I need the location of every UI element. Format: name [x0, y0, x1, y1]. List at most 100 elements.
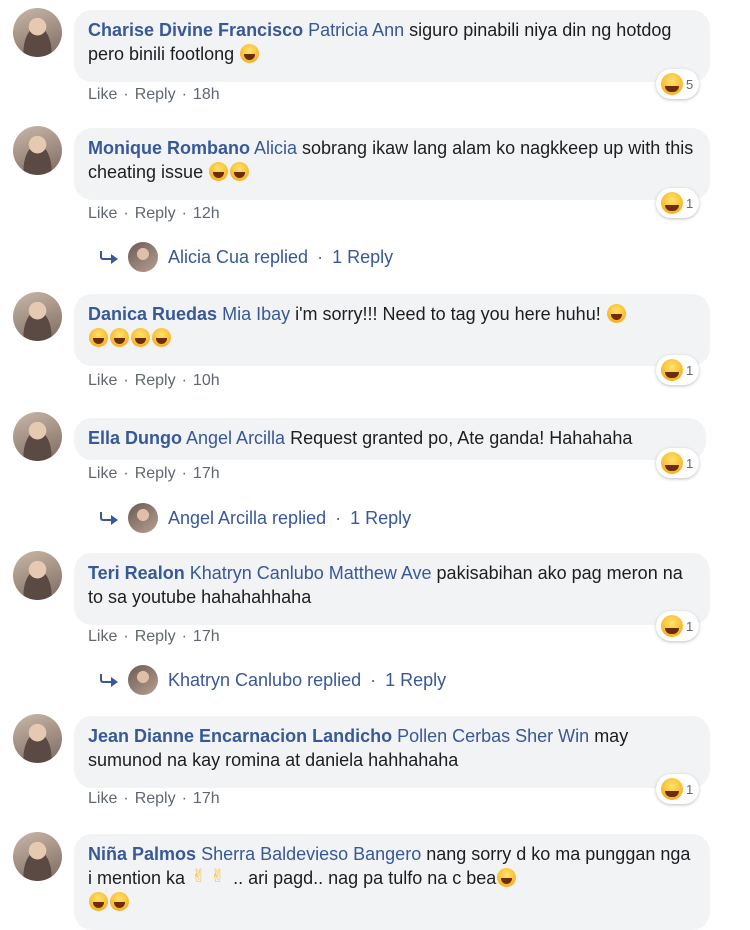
- comment-bubble: Ella Dungo Angel Arcilla Request granted…: [74, 418, 706, 460]
- reaction-count-number: 1: [686, 195, 694, 211]
- reaction-count[interactable]: 1: [656, 448, 700, 478]
- reply-link[interactable]: Reply: [135, 372, 176, 390]
- reply-link[interactable]: Reply: [135, 86, 176, 104]
- timestamp[interactable]: 17h: [193, 790, 220, 808]
- separator-dot: ·: [181, 790, 187, 807]
- tagged-user[interactable]: Angel Arcilla: [186, 428, 285, 448]
- comment-author[interactable]: Ella Dungo: [88, 428, 182, 448]
- grin-emoji-icon: [209, 162, 229, 181]
- comment-text: Request granted po, Ate ganda! Hahahaha: [285, 428, 633, 448]
- haha-reaction-icon: [661, 359, 683, 381]
- reaction-count[interactable]: 1: [656, 774, 700, 804]
- tagged-user[interactable]: Pollen Cerbas Sher Win: [397, 726, 589, 746]
- separator-dot: ·: [181, 372, 187, 389]
- haha-reaction-icon: [661, 615, 683, 637]
- timestamp[interactable]: 17h: [193, 465, 220, 483]
- reply-count[interactable]: 1 Reply: [332, 247, 393, 268]
- reaction-count[interactable]: 1: [656, 611, 700, 641]
- reaction-count-number: 1: [686, 781, 694, 797]
- tagged-user[interactable]: Alicia: [254, 138, 297, 158]
- reaction-count[interactable]: 5: [656, 69, 700, 99]
- separator-dot: ·: [370, 669, 377, 690]
- replier-name[interactable]: Angel Arcilla replied: [168, 508, 326, 529]
- haha-reaction-icon: [661, 452, 683, 474]
- like-link[interactable]: Like: [88, 205, 117, 223]
- comment-bubble: Charise Divine Francisco Patricia Ann si…: [74, 10, 710, 82]
- comment-bubble: Danica Ruedas Mia Ibay i'm sorry!!! Need…: [74, 294, 710, 366]
- comment-actions: Like · Reply · 12h: [88, 205, 220, 223]
- timestamp[interactable]: 10h: [193, 372, 220, 390]
- comment-bubble: Teri Realon Khatryn Canlubo Matthew Ave …: [74, 553, 710, 625]
- comment-author[interactable]: Monique Rombano: [88, 138, 250, 158]
- avatar[interactable]: [13, 126, 62, 175]
- reply-count[interactable]: 1 Reply: [350, 508, 411, 529]
- like-link[interactable]: Like: [88, 628, 117, 646]
- rofl-emoji-icon: [497, 868, 517, 887]
- reaction-count-number: 1: [686, 618, 694, 634]
- reply-link[interactable]: Reply: [135, 628, 176, 646]
- timestamp[interactable]: 12h: [193, 205, 220, 223]
- tagged-user[interactable]: Khatryn Canlubo Matthew Ave: [190, 563, 432, 583]
- comment-author[interactable]: Teri Realon: [88, 563, 185, 583]
- reaction-count-number: 1: [686, 362, 694, 378]
- comment-text-continued: .. ari pagd.. nag pa tulfo na c bea: [228, 868, 497, 888]
- reaction-count-number: 1: [686, 455, 694, 471]
- rofl-emoji-icon: [89, 328, 108, 347]
- separator-dot: ·: [123, 86, 129, 103]
- separator-dot: ·: [317, 246, 324, 267]
- separator-dot: ·: [181, 628, 187, 645]
- separator-dot: ·: [123, 205, 129, 222]
- replier-name[interactable]: Alicia Cua replied: [168, 247, 308, 268]
- like-link[interactable]: Like: [88, 372, 117, 390]
- replier-avatar: [128, 242, 158, 272]
- tagged-user[interactable]: Patricia Ann: [308, 20, 404, 40]
- reaction-count[interactable]: 1: [656, 188, 700, 218]
- comment-text: i'm sorry!!! Need to tag you here huhu!: [290, 304, 601, 324]
- reply-link[interactable]: Reply: [135, 205, 176, 223]
- view-replies-link[interactable]: Alicia Cua replied · 1 Reply: [100, 242, 393, 272]
- replier-name[interactable]: Khatryn Canlubo replied: [168, 670, 361, 691]
- separator-dot: ·: [123, 465, 129, 482]
- reply-link[interactable]: Reply: [135, 790, 176, 808]
- comment-actions: Like · Reply · 10h: [88, 372, 220, 390]
- laugh-emoji-icon: [230, 162, 250, 181]
- peace-emoji-icon: [191, 865, 208, 889]
- comment-author[interactable]: Jean Dianne Encarnacion Landicho: [88, 726, 392, 746]
- tagged-user[interactable]: Sherra Baldevieso Bangero: [201, 844, 421, 864]
- avatar[interactable]: [13, 8, 62, 57]
- replier-avatar: [128, 503, 158, 533]
- view-replies-link[interactable]: Angel Arcilla replied · 1 Reply: [100, 503, 411, 533]
- haha-reaction-icon: [661, 778, 683, 800]
- avatar[interactable]: [13, 714, 62, 763]
- reply-arrow-icon: [100, 251, 118, 264]
- separator-dot: ·: [181, 465, 187, 482]
- like-link[interactable]: Like: [88, 790, 117, 808]
- avatar[interactable]: [13, 551, 62, 600]
- like-link[interactable]: Like: [88, 86, 117, 104]
- comment-author[interactable]: Niña Palmos: [88, 844, 196, 864]
- comment-actions: Like · Reply · 17h: [88, 628, 220, 646]
- comment-bubble: Jean Dianne Encarnacion Landicho Pollen …: [74, 716, 710, 788]
- comment-author[interactable]: Charise Divine Francisco: [88, 20, 303, 40]
- tagged-user[interactable]: Mia Ibay: [222, 304, 290, 324]
- comment-bubble: Monique Rombano Alicia sobrang ikaw lang…: [74, 128, 710, 200]
- comment-actions: Like · Reply · 18h: [88, 86, 220, 104]
- rofl-emoji-icon: [110, 892, 129, 911]
- avatar[interactable]: [13, 412, 62, 461]
- replier-avatar: [128, 665, 158, 695]
- rofl-emoji-icon: [606, 304, 626, 323]
- avatar[interactable]: [13, 292, 62, 341]
- reply-count[interactable]: 1 Reply: [385, 670, 446, 691]
- reaction-count[interactable]: 1: [656, 355, 700, 385]
- like-link[interactable]: Like: [88, 465, 117, 483]
- timestamp[interactable]: 17h: [193, 628, 220, 646]
- reply-arrow-icon: [100, 512, 118, 525]
- rofl-emoji-icon: [131, 328, 150, 347]
- avatar[interactable]: [13, 832, 62, 881]
- comment-author[interactable]: Danica Ruedas: [88, 304, 217, 324]
- haha-reaction-icon: [661, 73, 683, 95]
- timestamp[interactable]: 18h: [193, 86, 220, 104]
- view-replies-link[interactable]: Khatryn Canlubo replied · 1 Reply: [100, 665, 446, 695]
- separator-dot: ·: [123, 790, 129, 807]
- reply-link[interactable]: Reply: [135, 465, 176, 483]
